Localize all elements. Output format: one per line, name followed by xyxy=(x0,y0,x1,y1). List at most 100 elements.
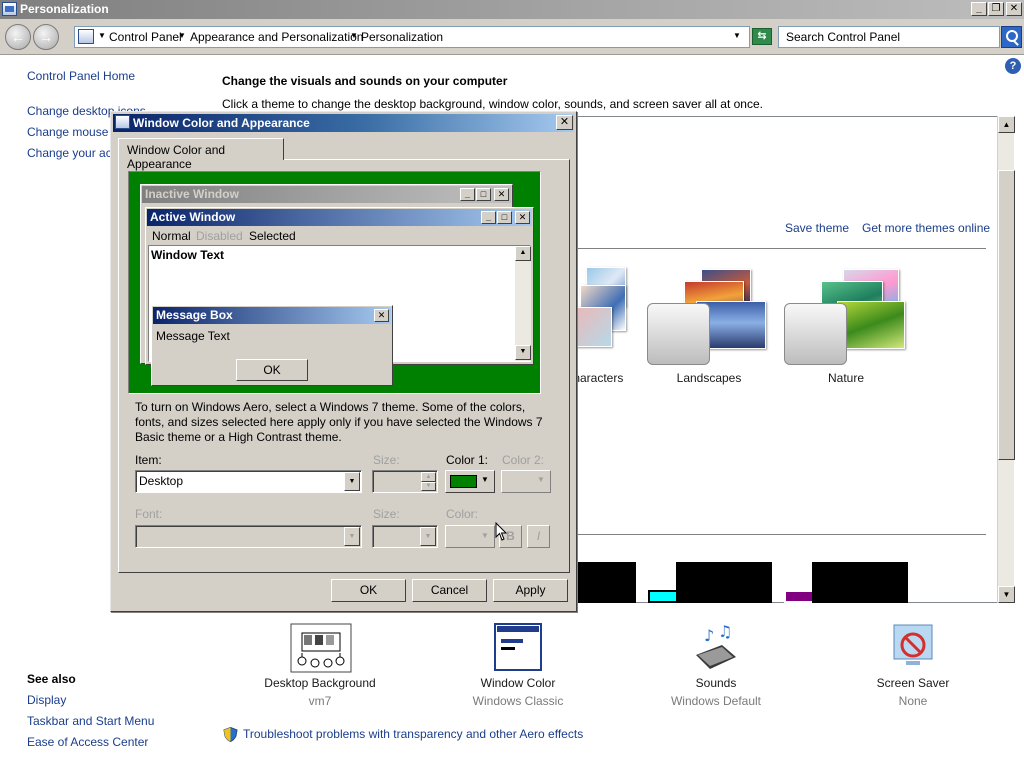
dialog-close-button[interactable]: ✕ xyxy=(556,115,573,130)
theme-high-contrast-3[interactable] xyxy=(812,562,908,603)
tab-window-color[interactable]: Window Color and Appearance xyxy=(118,138,284,171)
dialog-app-icon xyxy=(115,115,130,129)
apply-button[interactable]: Apply xyxy=(493,579,568,602)
ok-button[interactable]: OK xyxy=(331,579,406,602)
mouse-cursor-icon xyxy=(495,521,509,542)
item-label: Item: xyxy=(135,453,162,467)
active-close-icon: ✕ xyxy=(515,211,530,224)
close-button[interactable]: ✕ xyxy=(1006,2,1022,16)
sounds-label[interactable]: Sounds xyxy=(651,676,781,690)
item-dropdown-icon[interactable]: ▼ xyxy=(344,472,360,491)
color1-label: Color 1: xyxy=(446,453,489,467)
preview-message-box: Message Box ✕ Message Text OK xyxy=(151,305,393,386)
msgbox-close-icon: ✕ xyxy=(374,309,389,322)
crumb-separator-icon[interactable]: ▼ xyxy=(178,31,186,40)
size-down-icon: ▼ xyxy=(421,482,436,491)
address-field[interactable]: ▼ Control Panel ▼ Appearance and Persona… xyxy=(74,26,750,48)
sounds-value: Windows Default xyxy=(670,694,762,708)
color2-label: Color 2: xyxy=(502,453,545,467)
forward-button[interactable]: → xyxy=(33,24,59,50)
size-spinner: ▲ ▼ xyxy=(372,470,438,493)
window-color-icon[interactable] xyxy=(494,623,542,671)
scroll-thumb[interactable] xyxy=(998,170,1015,460)
back-button[interactable]: ← xyxy=(5,24,31,50)
theme-characters[interactable] xyxy=(576,267,636,357)
theme-high-contrast-2[interactable] xyxy=(676,562,772,603)
back-arrow-icon: ← xyxy=(11,29,25,45)
font-select: ▼ xyxy=(135,525,362,548)
active-title: Active Window xyxy=(150,210,236,224)
cancel-button[interactable]: Cancel xyxy=(412,579,487,602)
size-up-icon: ▲ xyxy=(421,472,436,482)
preview-window-text: Window Text xyxy=(151,248,224,262)
shield-icon xyxy=(223,726,238,743)
font-color-label: Color: xyxy=(446,507,479,521)
svg-text:♪: ♪ xyxy=(704,626,714,645)
msgbox-titlebar: Message Box ✕ xyxy=(153,307,391,324)
font-size-label: Size: xyxy=(373,507,400,521)
theme-nature[interactable] xyxy=(783,267,913,367)
msgbox-ok-button: OK xyxy=(236,359,308,381)
crumb-separator-icon: ▼ xyxy=(98,31,106,40)
active-titlebar: Active Window _ □ ✕ xyxy=(147,209,532,226)
font-color-dropdown-icon: ▼ xyxy=(481,531,489,540)
page-heading: Change the visuals and sounds on your co… xyxy=(222,74,508,88)
ease-of-access-link[interactable]: Ease of Access Center xyxy=(27,735,148,749)
crumb-separator-icon[interactable]: ▼ xyxy=(350,31,358,40)
theme-label-landscapes: Landscapes xyxy=(676,371,742,385)
search-input[interactable]: Search Control Panel xyxy=(778,26,1000,48)
window-color-label[interactable]: Window Color xyxy=(453,676,583,690)
get-more-themes-link[interactable]: Get more themes online xyxy=(862,221,990,235)
address-dropdown-icon[interactable]: ▼ xyxy=(733,31,741,40)
personalization-app-icon xyxy=(2,2,17,16)
color1-picker[interactable]: ▼ xyxy=(445,470,495,493)
color2-picker: ▼ xyxy=(501,470,551,493)
help-icon[interactable]: ? xyxy=(1005,58,1021,74)
desktop-background-label[interactable]: Desktop Background xyxy=(255,676,385,690)
landscapes-selected-thumb xyxy=(647,303,710,365)
svg-text:♫: ♫ xyxy=(718,623,732,641)
active-maximize-icon: □ xyxy=(497,211,512,224)
breadcrumb-control-panel[interactable]: Control Panel xyxy=(109,30,182,44)
breadcrumb-personalization[interactable]: Personalization xyxy=(361,30,443,44)
item-select[interactable]: Desktop ▼ xyxy=(135,470,362,493)
color2-dropdown-icon: ▼ xyxy=(537,475,545,484)
scroll-up-icon[interactable]: ▲ xyxy=(998,116,1015,133)
breadcrumb-appearance[interactable]: Appearance and Personalization xyxy=(190,30,363,44)
font-color-picker: ▼ xyxy=(445,525,495,548)
display-link[interactable]: Display xyxy=(27,693,66,707)
screen-saver-icon[interactable] xyxy=(888,621,938,671)
troubleshoot-link[interactable]: Troubleshoot problems with transparency … xyxy=(243,727,583,741)
window-color-dialog: Window Color and Appearance ✕ Window Col… xyxy=(110,111,577,612)
screen-saver-value: None xyxy=(898,694,928,708)
taskbar-start-menu-link[interactable]: Taskbar and Start Menu xyxy=(27,714,154,728)
font-size-select: ▼ xyxy=(372,525,438,548)
inactive-title: Inactive Window xyxy=(145,187,239,201)
theme-landscapes[interactable] xyxy=(646,267,776,367)
restore-button[interactable]: ❐ xyxy=(988,2,1004,16)
search-icon[interactable] xyxy=(1001,26,1022,48)
themes-scrollbar[interactable]: ▲ ▼ xyxy=(997,116,1015,603)
control-panel-home-link[interactable]: Control Panel Home xyxy=(27,69,135,83)
msgbox-title: Message Box xyxy=(156,308,233,322)
theme-high-contrast-1[interactable] xyxy=(576,562,636,603)
refresh-button[interactable]: ⇆ xyxy=(752,28,772,45)
screen-saver-label[interactable]: Screen Saver xyxy=(848,676,978,690)
window-title: Personalization xyxy=(20,2,109,16)
appearance-preview: Inactive Window _ □ ✕ Active Window _ □ … xyxy=(128,171,541,394)
desktop-background-value: vm7 xyxy=(308,694,332,708)
preview-scroll-up-icon: ▲ xyxy=(515,246,531,261)
theme-label-nature: Nature xyxy=(827,371,865,385)
font-label: Font: xyxy=(135,507,163,521)
themes-list[interactable]: Save theme Get more themes online Charac… xyxy=(565,116,998,603)
window-titlebar: Personalization _ ❐ ✕ xyxy=(0,0,1024,19)
preview-menu-selected: Selected xyxy=(249,229,296,243)
save-theme-link[interactable]: Save theme xyxy=(785,221,849,235)
nature-selected-thumb xyxy=(784,303,847,365)
minimize-button[interactable]: _ xyxy=(971,2,987,16)
scroll-down-icon[interactable]: ▼ xyxy=(998,586,1015,603)
section-divider xyxy=(576,534,986,535)
forward-arrow-icon: → xyxy=(39,29,53,45)
sounds-icon[interactable]: ♪ ♫ xyxy=(692,622,740,671)
desktop-background-icon[interactable] xyxy=(290,623,352,673)
